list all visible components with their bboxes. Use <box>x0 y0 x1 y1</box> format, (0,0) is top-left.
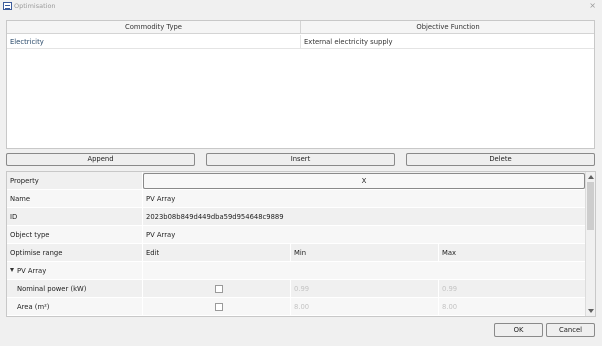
param-row-area: Area (m²) 8.00 8.00 <box>7 298 585 316</box>
clear-selection-button[interactable]: X <box>143 173 585 189</box>
param-row-nominal-power: Nominal power (kW) 0.99 0.99 <box>7 280 585 298</box>
optimise-range-header-row: Optimise range Edit Min Max <box>7 244 585 262</box>
area-label: Area (m²) <box>7 298 143 316</box>
commodity-type-cell[interactable]: Electricity <box>7 35 301 49</box>
nominal-power-edit-cell <box>143 280 291 298</box>
scroll-up-icon[interactable] <box>588 175 594 179</box>
triangle-down-icon[interactable] <box>10 268 14 272</box>
area-min[interactable]: 8.00 <box>291 298 439 316</box>
min-column-label: Min <box>291 244 439 262</box>
name-label: Name <box>7 190 143 208</box>
id-value[interactable]: 2023b08b849d449dba59d954648c9889 <box>143 208 585 226</box>
group-label: PV Array <box>17 267 47 275</box>
append-button[interactable]: Append <box>6 153 195 166</box>
area-edit-checkbox[interactable] <box>215 303 223 311</box>
property-grid: Property X Name PV Array ID 2023b08b849d… <box>6 171 596 317</box>
max-column-label: Max <box>442 249 457 257</box>
insert-button[interactable]: Insert <box>206 153 395 166</box>
nominal-power-edit-checkbox[interactable] <box>215 285 223 293</box>
id-label: ID <box>7 208 143 226</box>
property-row-name: Name PV Array <box>7 190 585 208</box>
name-value[interactable]: PV Array <box>143 190 585 208</box>
objective-function-cell[interactable]: External electricity supply <box>301 35 595 49</box>
edit-column-label: Edit <box>143 244 291 262</box>
object-type-label: Object type <box>7 226 143 244</box>
cancel-button[interactable]: Cancel <box>546 323 595 337</box>
property-header-label: Property <box>7 172 143 190</box>
property-header-row: Property X <box>7 172 585 190</box>
title-bar: Optimisation × <box>0 0 602 13</box>
area-max[interactable]: 8.00 <box>439 298 585 316</box>
area-edit-cell <box>143 298 291 316</box>
object-type-value[interactable]: PV Array <box>143 226 585 244</box>
close-button[interactable]: × <box>589 1 596 11</box>
ok-button[interactable]: OK <box>494 323 543 337</box>
nominal-power-min[interactable]: 0.99 <box>291 280 439 298</box>
table-row[interactable]: Electricity External electricity supply <box>7 35 594 49</box>
column-header-commodity-type[interactable]: Commodity Type <box>7 21 301 34</box>
column-header-objective-function[interactable]: Objective Function <box>301 21 595 34</box>
vertical-scrollbar[interactable] <box>585 172 595 316</box>
nominal-power-label: Nominal power (kW) <box>7 280 143 298</box>
delete-button[interactable]: Delete <box>406 153 595 166</box>
nominal-power-max[interactable]: 0.99 <box>439 280 585 298</box>
commodity-table-header: Commodity Type Objective Function <box>7 21 594 34</box>
window-title: Optimisation <box>14 2 56 10</box>
property-row-id: ID 2023b08b849d449dba59d954648c9889 <box>7 208 585 226</box>
app-window-icon <box>3 2 12 10</box>
optimise-range-label: Optimise range <box>7 244 143 262</box>
property-row-object-type: Object type PV Array <box>7 226 585 244</box>
scrollbar-thumb[interactable] <box>587 182 594 230</box>
commodity-table: Commodity Type Objective Function Electr… <box>6 20 595 149</box>
group-row-pv-array[interactable]: PV Array <box>7 262 585 280</box>
scroll-down-icon[interactable] <box>588 309 594 313</box>
group-expander[interactable]: PV Array <box>7 262 143 280</box>
